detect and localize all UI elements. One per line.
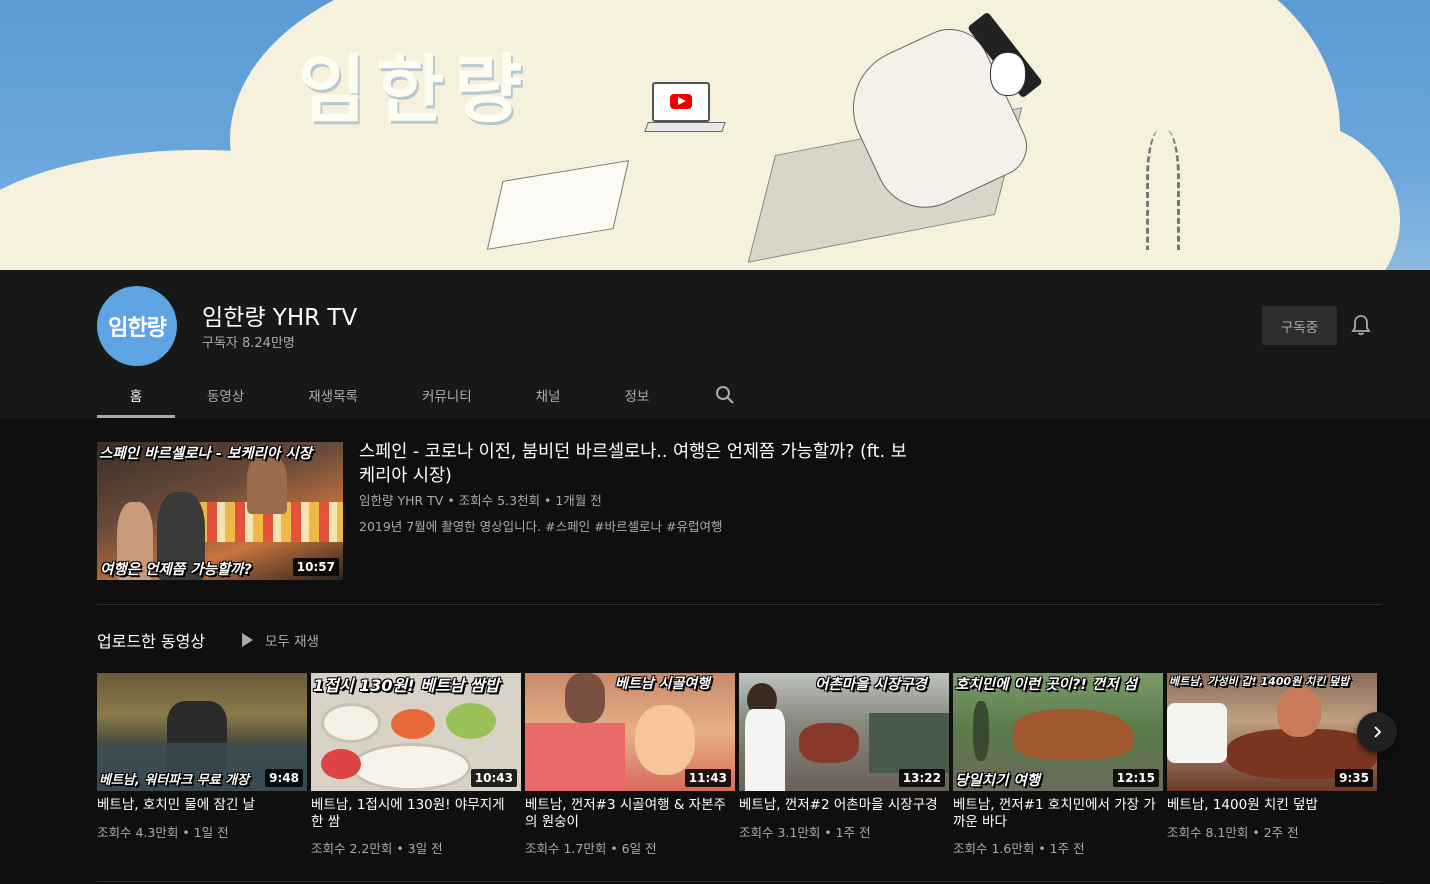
channel-banner: 임한량	[0, 0, 1430, 270]
video-meta: 조회수 1.6만회 • 1주 전	[953, 841, 1085, 856]
thumbnail-caption-bottom: 당일치기 여행	[955, 773, 1041, 789]
thumbnail-scene	[745, 709, 785, 791]
video-thumbnail[interactable]: 1접시 130원! 베트남 쌈밥 10:43	[311, 673, 521, 791]
subscriber-count: 구독자 8.24만명	[202, 336, 295, 351]
video-title[interactable]: 베트남, 1접시에 130원! 야무지게 한 쌈	[311, 797, 521, 830]
video-thumbnail[interactable]: 베트남, 워터파크 무료 개장 9:48	[97, 673, 307, 791]
banner-title: 임한량	[298, 47, 533, 133]
bell-icon[interactable]	[1351, 314, 1371, 336]
channel-name: 임한량 YHR TV	[202, 305, 358, 331]
video-meta: 조회수 3.1만회 • 1주 전	[739, 824, 871, 840]
video-title[interactable]: 베트남, 껀저#1 호치민에서 가장 가까운 바다	[953, 797, 1163, 830]
thumbnail-scene	[525, 723, 625, 791]
play-icon	[670, 94, 692, 109]
thumbnail-caption-bottom: 여행은 언제쯤 가능할까?	[100, 562, 252, 578]
thumbnail-scene	[973, 701, 989, 761]
thumbnail-scene	[321, 703, 381, 743]
tab-channels[interactable]: 채널	[504, 372, 593, 418]
featured-video-meta: 임한량 YHR TV • 조회수 5.3천회 • 1개월 전	[359, 493, 602, 508]
tripod-illustration	[1146, 130, 1180, 250]
thumbnail-caption-top: 스페인 바르셀로나 - 보케리아 시장	[99, 446, 312, 462]
featured-video-thumbnail[interactable]: 스페인 바르셀로나 - 보케리아 시장 여행은 언제쯤 가능할까? 10:57	[97, 442, 343, 580]
video-thumbnail[interactable]: 호치민에 이런 곳이?! 껀저 섬 당일치기 여행 12:15	[953, 673, 1163, 791]
tab-videos[interactable]: 동영상	[175, 372, 276, 418]
laptop-base-illustration	[644, 122, 726, 132]
duration-badge: 9:35	[1335, 769, 1373, 787]
thumbnail-caption: 어촌마을 시장구경	[815, 677, 927, 693]
thumbnail-scene	[391, 709, 435, 739]
channel-tabs: 홈 동영상 재생목록 커뮤니티 채널 정보	[97, 372, 749, 418]
thumbnail-caption: 호치민에 이런 곳이?! 껀저 섬	[955, 677, 1137, 693]
thumbnail-scene	[799, 723, 859, 763]
featured-video-description: 2019년 7월에 촬영한 영상입니다. #스페인 #바르셀로나 #유럽여행	[359, 519, 723, 534]
duration-badge: 11:43	[684, 769, 731, 787]
play-icon	[242, 633, 253, 647]
video-card[interactable]: 베트남, 워터파크 무료 개장 9:48 베트남, 호치민 물에 잠긴 날 조회…	[97, 673, 307, 841]
thumbnail-scene	[869, 713, 949, 773]
video-meta: 조회수 1.7만회 • 6일 전	[525, 841, 657, 856]
thumbnail-scene	[247, 454, 287, 514]
duration-badge: 9:48	[265, 769, 303, 787]
video-card[interactable]: 어촌마을 시장구경 13:22 베트남, 껀저#2 어촌마을 시장구경 조회수 …	[739, 673, 949, 841]
subscribed-button[interactable]: 구독중	[1262, 306, 1337, 345]
tab-about[interactable]: 정보	[592, 372, 681, 418]
laptop-illustration	[652, 82, 710, 122]
play-all-label: 모두 재생	[265, 634, 319, 650]
duration-badge: 10:43	[470, 769, 517, 787]
thumbnail-scene	[321, 749, 361, 779]
shelf-next-button[interactable]	[1357, 712, 1397, 752]
duration-badge: 12:15	[1112, 769, 1159, 787]
video-card[interactable]: 1접시 130원! 베트남 쌈밥 10:43 베트남, 1접시에 130원! 야…	[311, 673, 521, 857]
video-title[interactable]: 베트남, 껀저#2 어촌마을 시장구경	[739, 797, 949, 814]
thumbnail-caption: 베트남, 워터파크 무료 개장	[99, 773, 250, 788]
thumbnail-scene	[1013, 709, 1133, 759]
video-thumbnail[interactable]: 어촌마을 시장구경 13:22	[739, 673, 949, 791]
thumbnail-caption: 1접시 130원! 베트남 쌈밥	[313, 676, 500, 695]
shelf-title[interactable]: 업로드한 동영상	[97, 628, 205, 652]
thumbnail-scene	[351, 743, 471, 791]
tab-playlists[interactable]: 재생목록	[276, 372, 390, 418]
face-illustration	[990, 52, 1026, 96]
video-card[interactable]: 호치민에 이런 곳이?! 껀저 섬 당일치기 여행 12:15 베트남, 껀저#…	[953, 673, 1163, 857]
thumbnail-scene	[1277, 687, 1321, 737]
section-divider	[97, 604, 1381, 605]
video-meta: 조회수 4.3만회 • 1일 전	[97, 824, 229, 840]
chevron-right-icon	[1374, 726, 1382, 738]
play-all-button[interactable]: 모두 재생	[242, 630, 319, 650]
video-meta: 조회수 8.1만회 • 2주 전	[1167, 824, 1299, 840]
thumbnail-scene	[565, 673, 605, 723]
video-title[interactable]: 베트남, 1400원 치킨 덮밥	[1167, 797, 1377, 814]
duration-badge: 10:57	[292, 558, 339, 576]
duration-badge: 13:22	[898, 769, 945, 787]
video-thumbnail[interactable]: 베트남, 가성비 갑! 1400원 치킨 덮밥 9:35	[1167, 673, 1377, 791]
tab-home[interactable]: 홈	[97, 372, 175, 418]
video-meta: 조회수 2.2만회 • 3일 전	[311, 841, 443, 856]
section-divider	[97, 881, 1381, 882]
thumbnail-scene	[446, 703, 496, 739]
channel-avatar[interactable]: 임한량	[97, 286, 177, 366]
thumbnail-scene	[635, 705, 695, 775]
video-title[interactable]: 베트남, 껀저#3 시골여행 & 자본주의 원숭이	[525, 797, 735, 830]
thumbnail-caption: 베트남 시골여행	[615, 676, 711, 692]
tab-community[interactable]: 커뮤니티	[390, 372, 504, 418]
featured-video-title[interactable]: 스페인 - 코로나 이전, 붐비던 바르셀로나.. 여행은 언제쯤 가능할까? …	[359, 440, 919, 488]
search-icon[interactable]	[701, 372, 749, 418]
thumbnail-caption: 베트남, 가성비 갑! 1400원 치킨 덮밥	[1169, 675, 1350, 688]
video-card[interactable]: 베트남 시골여행 11:43 베트남, 껀저#3 시골여행 & 자본주의 원숭이…	[525, 673, 735, 857]
thumbnail-scene	[1167, 703, 1227, 763]
video-title[interactable]: 베트남, 호치민 물에 잠긴 날	[97, 797, 307, 814]
video-thumbnail[interactable]: 베트남 시골여행 11:43	[525, 673, 735, 791]
video-card[interactable]: 베트남, 가성비 갑! 1400원 치킨 덮밥 9:35 베트남, 1400원 …	[1167, 673, 1377, 841]
